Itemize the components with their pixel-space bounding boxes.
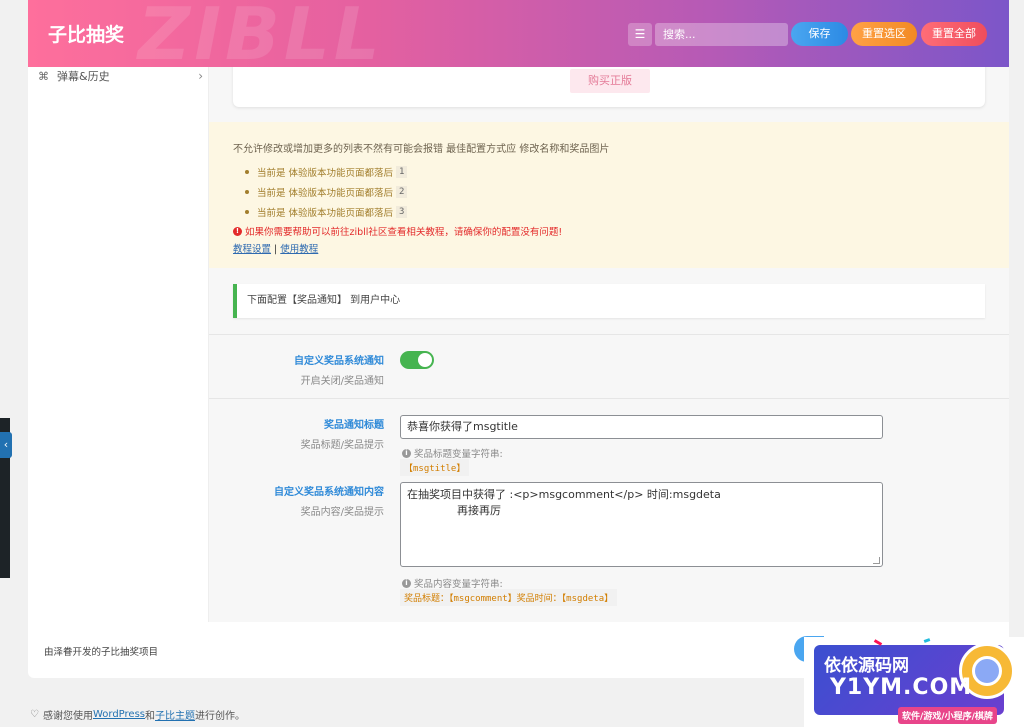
reset-all-button[interactable]: 重置全部 [921, 22, 987, 46]
tutorial-settings-link[interactable]: 教程设置 [233, 244, 271, 255]
title-help: i 奖品标题变量字符串: [402, 446, 503, 460]
zibll-theme-link[interactable]: 子比主题 [155, 707, 195, 722]
title-variable-tag: 【msgtitle】 [400, 459, 470, 476]
options-content: 购买正版 不允许修改或增加更多的列表不然有可能会报错 最佳配置方式应 修改名称和… [209, 0, 1009, 622]
ad-tagline: 软件/游戏/小程序/棋牌 [898, 707, 997, 724]
watermark-ad-badge: 依依源码网 Y1YM.COM 软件/游戏/小程序/棋牌 [804, 637, 1024, 727]
title-field-label: 奖品通知标题 奖品标题/奖品提示 [300, 420, 384, 451]
heart-icon: ♡ [30, 709, 39, 720]
list-item: 当前是 体验版本功能页面都落后 2 [245, 182, 985, 202]
list-item: 当前是 体验版本功能页面都落后 3 [245, 202, 985, 222]
footer-text: 由泽眷开发的子比抽奖项目 [44, 647, 159, 658]
save-button[interactable]: 保存 [791, 22, 848, 46]
notice-box: 不允许修改或增加更多的列表不然有可能会报错 最佳配置方式应 修改名称和奖品图片 … [209, 122, 1009, 268]
map-icon: ⌘ [38, 69, 49, 83]
notice-list: 当前是 体验版本功能页面都落后 1 当前是 体验版本功能页面都落后 2 当前是 体验… [245, 162, 985, 222]
section-heading: 下面配置【奖品通知】 到用户中心 [233, 284, 985, 318]
options-sidebar: ⌘ 弹幕&历史 › [28, 0, 209, 622]
sidebar-item-label: 弹幕&历史 [57, 70, 110, 83]
options-header: ZIBLL 子比抽奖 ☰ 保存 重置选区 重置全部 [28, 0, 1009, 76]
admin-footer-credit: ♡ 感谢您使用 WordPress 和 子比主题 进行创作。 [30, 707, 245, 722]
tutorial-links: 教程设置 | 使用教程 [233, 244, 319, 255]
notice-intro: 不允许修改或增加更多的列表不然有可能会报错 最佳配置方式应 修改名称和奖品图片 [233, 144, 610, 155]
confetti-icon [923, 638, 931, 643]
divider [209, 398, 1009, 399]
header-watermark: ZIBLL [138, 0, 384, 76]
search-input[interactable] [655, 23, 788, 46]
code-badge: 2 [396, 186, 408, 198]
info-icon: i [402, 578, 411, 588]
page-title: 子比抽奖 [48, 24, 125, 46]
help-warning: ! 如果你需要帮助可以前往zibll社区查看相关教程，请确保你的配置没有问题! [233, 224, 985, 238]
ad-site-name: 依依源码网 [824, 656, 909, 676]
switch-field-label: 自定义奖品系统通知 开启关闭/奖品通知 [294, 356, 384, 387]
code-badge: 1 [396, 166, 408, 178]
bullet-icon [245, 190, 249, 194]
resize-handle-icon[interactable] [873, 557, 880, 564]
ad-domain: Y1YM.COM [830, 675, 973, 700]
notify-content-textarea[interactable]: 在抽奖项目中获得了 :<p>msgcomment</p> 时间:msgdeta … [400, 482, 883, 567]
content-help: i 奖品内容变量字符串: [402, 576, 503, 590]
wp-admin-left-strip: ‹ [0, 0, 28, 727]
alert-icon: ! [233, 226, 242, 236]
info-icon: i [402, 448, 411, 458]
notify-title-input[interactable]: 恭喜你获得了msgtitle [400, 415, 883, 439]
toggle-knob [418, 353, 432, 367]
content-variable-tag: 奖品标题：【msgcomment】奖品时间：【msgdeta】 [400, 589, 618, 606]
list-item: 当前是 体验版本功能页面都落后 1 [245, 162, 985, 182]
options-panel: ⌘ 弹幕&历史 › 购买正版 不允许修改或增加更多的列表不然有可能会报错 最佳配… [28, 0, 1009, 678]
usage-tutorial-link[interactable]: 使用教程 [280, 244, 318, 255]
code-badge: 3 [396, 206, 408, 218]
bullet-icon [245, 170, 249, 174]
bullet-icon [245, 210, 249, 214]
notify-switch-toggle[interactable] [400, 351, 434, 369]
divider [209, 334, 1009, 335]
reset-selection-button[interactable]: 重置选区 [851, 22, 917, 46]
wordpress-link[interactable]: WordPress [93, 709, 145, 720]
menu-toggle-icon[interactable]: ☰ [628, 23, 652, 46]
buy-genuine-button[interactable]: 购买正版 [570, 69, 650, 93]
collapse-menu-icon[interactable]: ‹ [0, 432, 12, 458]
content-field-label: 自定义奖品系统通知内容 奖品内容/奖品提示 [274, 487, 384, 518]
